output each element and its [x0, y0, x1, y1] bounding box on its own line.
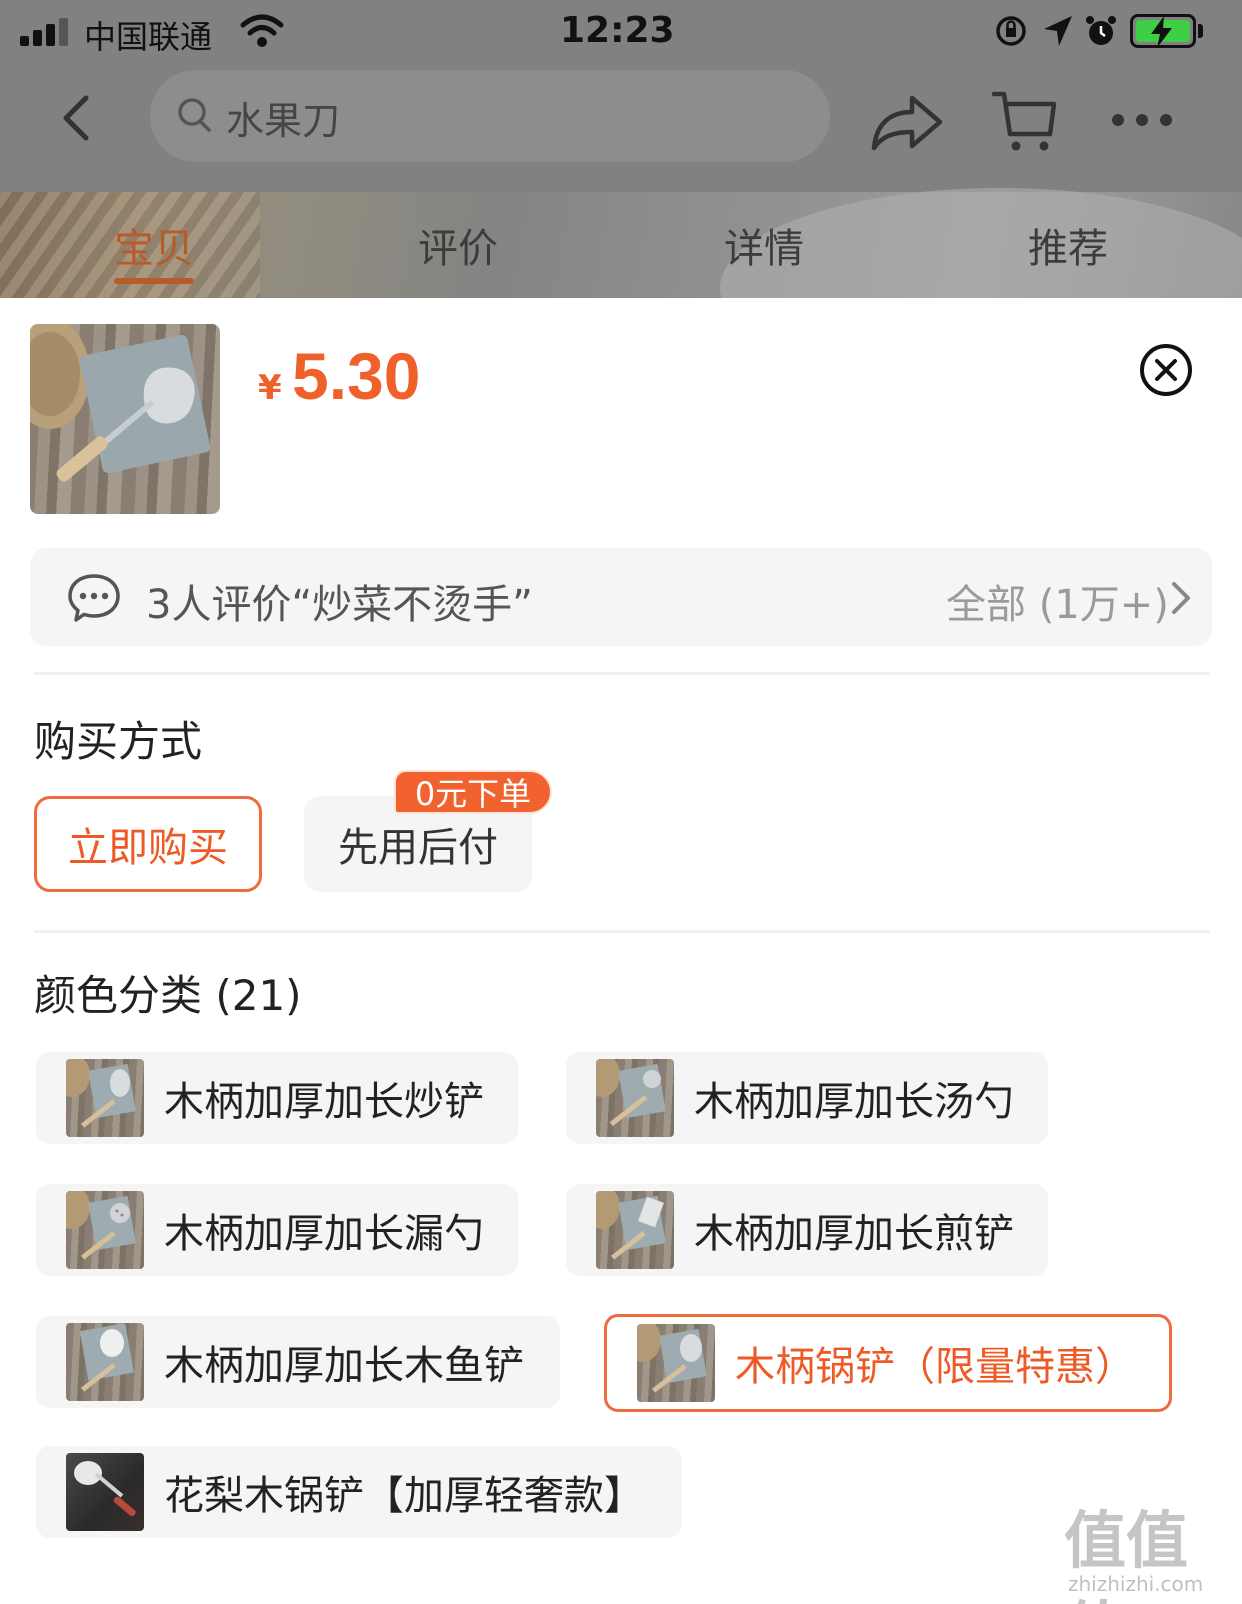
review-highlight: 3人评价“炒菜不烫手”: [146, 582, 533, 628]
search-query: 水果刀: [226, 99, 341, 143]
chevron-right-icon: [1172, 582, 1190, 614]
sku-option[interactable]: 木柄加厚加长漏勺: [36, 1184, 518, 1276]
sku-option[interactable]: 木柄加厚加长煎铲: [566, 1184, 1048, 1276]
alarm-icon: [1086, 16, 1116, 45]
wifi-icon: [240, 14, 284, 47]
product-tabs: 宝贝 评价 详情 推荐: [0, 206, 1242, 286]
purchase-method-title: 购买方式: [34, 717, 203, 766]
sku-label: 木柄加厚加长煎铲: [694, 1211, 1014, 1257]
cart-button[interactable]: [990, 86, 1060, 156]
search-bar[interactable]: 水果刀: [150, 70, 830, 162]
sku-option[interactable]: 木柄加厚加长炒铲: [36, 1052, 518, 1144]
zero-down-badge: 0元下单: [394, 770, 552, 814]
back-button[interactable]: [52, 88, 102, 148]
active-tab-indicator: [114, 278, 194, 284]
sku-thumbnail: [66, 1059, 144, 1137]
comment-icon: [68, 574, 120, 622]
tab-reviews[interactable]: 评价: [418, 216, 498, 274]
watermark-url: zhizhizhi.com: [1068, 1572, 1204, 1596]
tab-recommend[interactable]: 推荐: [1028, 216, 1108, 274]
product-price: 5.30: [292, 339, 421, 413]
buy-now-option[interactable]: 立即购买: [34, 796, 262, 892]
sku-thumbnail: [596, 1191, 674, 1269]
sku-label: 木柄加厚加长汤勺: [694, 1079, 1014, 1125]
sku-option[interactable]: 木柄加厚加长汤勺: [566, 1052, 1048, 1144]
search-icon: [178, 98, 211, 132]
sku-option[interactable]: 木柄加厚加长木鱼铲: [36, 1316, 560, 1408]
more-button[interactable]: [1104, 100, 1180, 140]
sku-thumbnail: [66, 1323, 144, 1401]
close-icon[interactable]: [1138, 342, 1194, 398]
watermark: 值值值 zhizhizhi.com: [1064, 1490, 1234, 1604]
review-summary-bar[interactable]: 3人评价“炒菜不烫手” 全部 (1万+): [30, 548, 1212, 646]
all-reviews-link[interactable]: 全部 (1万+): [946, 572, 1169, 630]
sku-label: 木柄锅铲（限量特惠）: [735, 1344, 1135, 1390]
sku-thumbnail: [66, 1453, 144, 1531]
sku-selection-sheet: ¥ 5.30 3人评价“炒菜不烫手” 全部 (1万+) 购买方式 立即购买 先用…: [0, 298, 1242, 1604]
sku-thumbnail: [596, 1059, 674, 1137]
sku-label: 木柄加厚加长炒铲: [164, 1079, 484, 1125]
sku-option-selected[interactable]: 木柄锅铲（限量特惠）: [604, 1314, 1172, 1412]
sku-label: 木柄加厚加长漏勺: [164, 1211, 484, 1257]
tab-baobei[interactable]: 宝贝: [114, 216, 194, 274]
tab-details[interactable]: 详情: [724, 216, 804, 274]
status-bar: 中国联通 12:23: [0, 0, 1242, 64]
sku-option[interactable]: 花梨木锅铲【加厚轻奢款】: [36, 1446, 682, 1538]
sku-label: 木柄加厚加长木鱼铲: [164, 1343, 524, 1389]
product-header-overlay: 中国联通 12:23 水果刀 宝贝 评价 详情 推荐: [0, 0, 1242, 300]
charging-bolt-icon: [1151, 16, 1172, 48]
carrier-label: 中国联通: [84, 18, 213, 56]
divider: [34, 930, 1210, 933]
divider: [34, 672, 1210, 675]
clock: 12:23: [560, 10, 675, 51]
sku-label: 花梨木锅铲【加厚轻奢款】: [164, 1473, 644, 1519]
share-button[interactable]: [870, 90, 946, 154]
color-category-title: 颜色分类 (21): [34, 971, 302, 1020]
sku-thumbnail: [66, 1191, 144, 1269]
sku-thumbnail: [637, 1324, 715, 1402]
signal-icon: [20, 16, 70, 46]
product-image[interactable]: [30, 324, 220, 514]
price-currency: ¥: [258, 368, 282, 408]
rotation-lock-icon: [996, 16, 1026, 46]
location-arrow-icon: [1044, 16, 1072, 46]
